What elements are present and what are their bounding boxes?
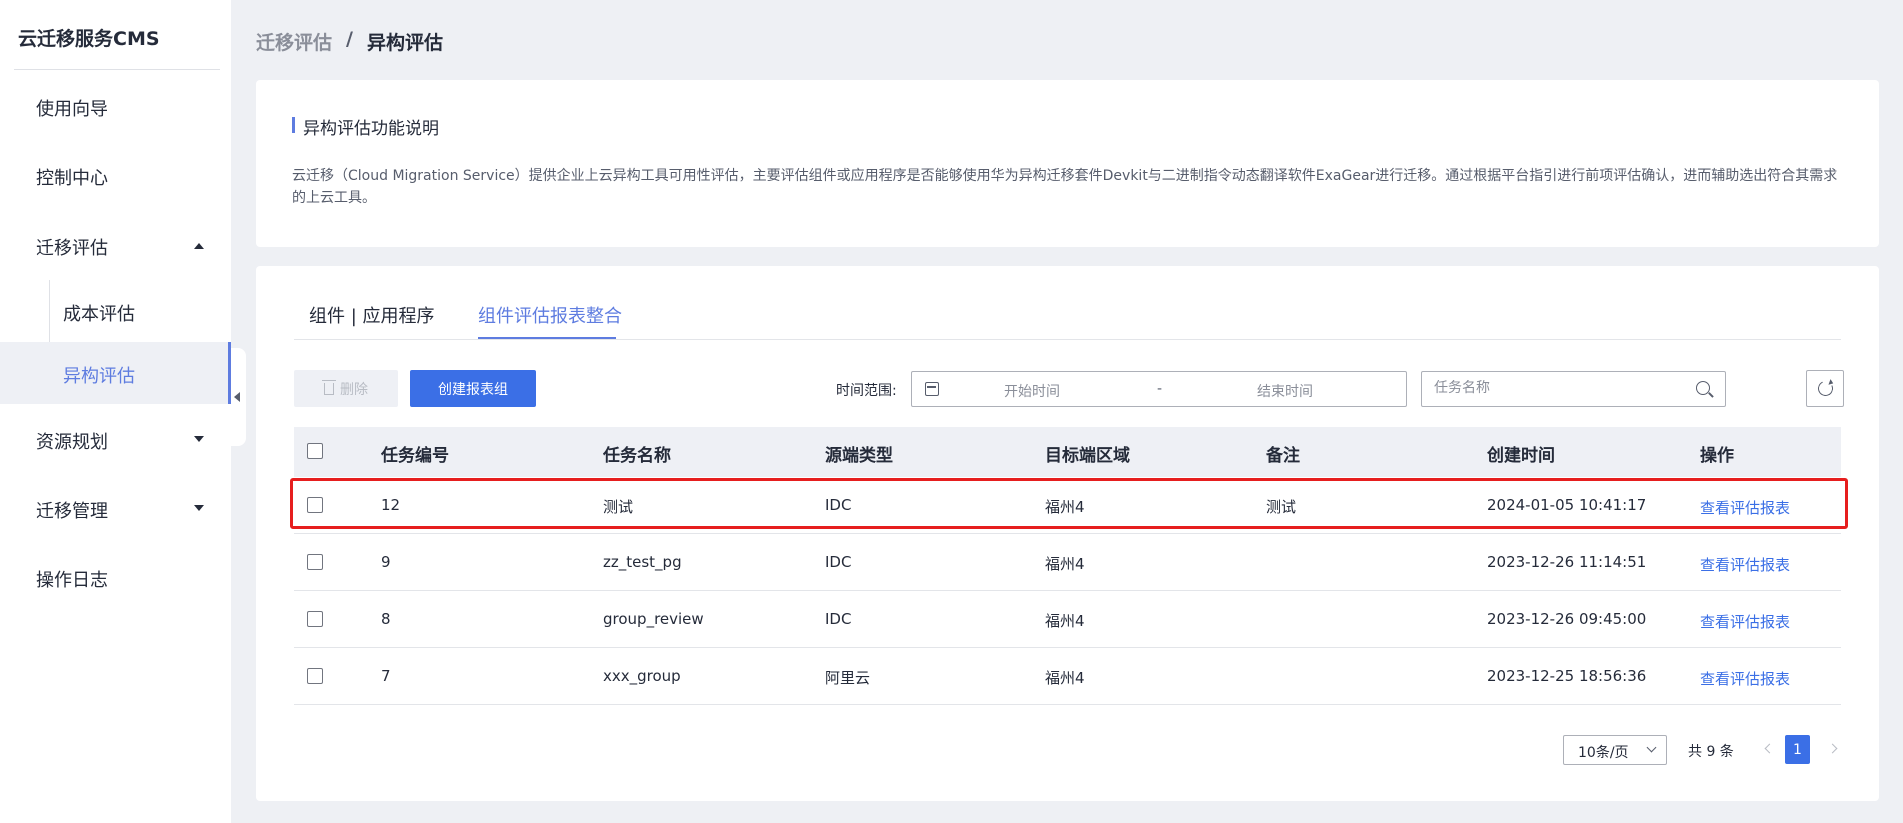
start-time-field[interactable]: 开始时间	[1004, 381, 1060, 401]
row-checkbox[interactable]	[307, 554, 323, 570]
breadcrumb-separator: /	[346, 28, 353, 50]
cell-task-id: 8	[381, 610, 391, 628]
brand-divider	[14, 69, 220, 70]
cell-task-id: 12	[381, 496, 401, 514]
table-row: 7 xxx_group 阿里云 福州4 2023-12-25 18:56:36 …	[294, 648, 1841, 705]
end-time-field[interactable]: 结束时间	[1257, 381, 1313, 401]
chevron-down-icon	[1646, 742, 1657, 753]
refresh-icon	[1815, 378, 1836, 399]
cell-created-time: 2023-12-26 09:45:00	[1487, 610, 1647, 628]
view-report-link[interactable]: 查看评估报表	[1700, 668, 1790, 689]
sidebar-item-resource-planning[interactable]: 资源规划	[36, 428, 108, 454]
cell-task-id: 9	[381, 553, 391, 571]
cell-task-name: group_review	[603, 610, 704, 628]
row-checkbox[interactable]	[307, 668, 323, 684]
current-page-button[interactable]: 1	[1785, 735, 1810, 764]
sidebar-item-cost-assessment[interactable]: 成本评估	[63, 300, 135, 326]
cell-created-time: 2024-01-05 10:41:17	[1487, 496, 1647, 514]
row-checkbox[interactable]	[307, 497, 323, 513]
date-range-separator: -	[1157, 381, 1163, 397]
cell-target-region: 福州4	[1045, 612, 1085, 630]
sidebar-item-control-center[interactable]: 控制中心	[36, 164, 108, 190]
breadcrumb-parent[interactable]: 迁移评估	[256, 28, 332, 55]
delete-button-label: 删除	[340, 381, 368, 398]
search-box	[1421, 371, 1726, 407]
page-size-select[interactable]: 10条/页	[1563, 735, 1667, 765]
tabs-divider	[294, 339, 1841, 340]
page-title: 异构评估	[367, 32, 444, 54]
calendar-icon	[925, 382, 939, 396]
table-row: 8 group_review IDC 福州4 2023-12-26 09:45:…	[294, 591, 1841, 648]
info-card: 异构评估功能说明 云迁移（Cloud Migration Service）提供企…	[256, 80, 1879, 247]
refresh-button[interactable]	[1806, 370, 1844, 407]
search-input[interactable]	[1434, 380, 1684, 396]
info-description: 云迁移（Cloud Migration Service）提供企业上云异构工具可用…	[292, 168, 1838, 206]
cell-task-name: zz_test_pg	[603, 553, 682, 571]
cell-source-type: IDC	[825, 496, 852, 514]
cell-task-id: 7	[381, 667, 391, 685]
cell-source-type: IDC	[825, 553, 852, 571]
prev-page-icon[interactable]	[1764, 743, 1775, 754]
cell-target-region: 福州4	[1045, 669, 1085, 687]
sidebar-collapse-button[interactable]	[231, 348, 246, 446]
date-range-picker[interactable]: 开始时间 - 结束时间	[911, 371, 1407, 407]
table-row: 12 测试 IDC 福州4 测试 2024-01-05 10:41:17 查看评…	[294, 477, 1841, 534]
cell-target-region: 福州4	[1045, 498, 1085, 516]
info-title: 异构评估功能说明	[292, 114, 439, 139]
cell-task-name: 测试	[603, 498, 634, 516]
view-report-link[interactable]: 查看评估报表	[1700, 554, 1790, 575]
caret-down-icon[interactable]	[194, 505, 204, 511]
view-report-link[interactable]: 查看评估报表	[1700, 611, 1790, 632]
column-header-task-name: 任务名称	[603, 446, 671, 466]
total-count: 共 9 条	[1688, 744, 1734, 760]
cell-note: 测试	[1266, 498, 1297, 516]
cell-created-time: 2023-12-25 18:56:36	[1487, 667, 1647, 685]
sidebar-item-guide[interactable]: 使用向导	[36, 95, 108, 121]
caret-down-icon[interactable]	[194, 436, 204, 442]
tab-components-apps[interactable]: 组件 | 应用程序	[309, 302, 435, 328]
sidebar-item-migration-management[interactable]: 迁移管理	[36, 497, 108, 523]
cell-created-time: 2023-12-26 11:14:51	[1487, 553, 1647, 571]
trash-icon	[322, 379, 336, 395]
delete-button[interactable]: 删除	[294, 370, 398, 407]
table-row: 9 zz_test_pg IDC 福州4 2023-12-26 11:14:51…	[294, 534, 1841, 591]
cell-target-region: 福州4	[1045, 555, 1085, 573]
column-header-source-type: 源端类型	[825, 446, 893, 466]
sidebar: 云迁移服务CMS 使用向导 控制中心 迁移评估 成本评估 异构评估 资源规划 迁…	[0, 0, 231, 823]
tab-report-integration[interactable]: 组件评估报表整合	[478, 302, 622, 328]
table-header: 任务编号 任务名称 源端类型 目标端区域 备注 创建时间 操作	[294, 427, 1841, 477]
time-range-label: 时间范围:	[836, 383, 897, 399]
collapse-left-icon	[234, 392, 240, 402]
cell-task-name: xxx_group	[603, 667, 681, 685]
app-title: 云迁移服务CMS	[18, 28, 160, 50]
sidebar-item-migration-assessment[interactable]: 迁移评估	[36, 234, 108, 260]
caret-up-icon[interactable]	[194, 243, 204, 249]
sidebar-item-operation-log[interactable]: 操作日志	[36, 566, 108, 592]
page-size-value: 10条/页	[1578, 745, 1629, 761]
cell-source-type: IDC	[825, 610, 852, 628]
view-report-link[interactable]: 查看评估报表	[1700, 497, 1790, 518]
column-header-task-id: 任务编号	[381, 446, 449, 466]
sidebar-item-heterogeneous-assessment[interactable]: 异构评估	[63, 362, 135, 388]
create-report-group-button[interactable]: 创建报表组	[410, 370, 536, 407]
column-header-created-time: 创建时间	[1487, 446, 1555, 466]
row-checkbox[interactable]	[307, 611, 323, 627]
search-icon[interactable]	[1696, 381, 1710, 395]
report-card: 组件 | 应用程序 组件评估报表整合 删除 创建报表组 时间范围: 开始时间 -…	[256, 266, 1879, 801]
column-header-action: 操作	[1700, 446, 1734, 466]
column-header-target-region: 目标端区域	[1045, 446, 1130, 466]
select-all-checkbox[interactable]	[307, 443, 323, 459]
column-header-note: 备注	[1266, 446, 1300, 466]
next-page-icon[interactable]	[1827, 743, 1838, 754]
cell-source-type: 阿里云	[825, 669, 871, 687]
